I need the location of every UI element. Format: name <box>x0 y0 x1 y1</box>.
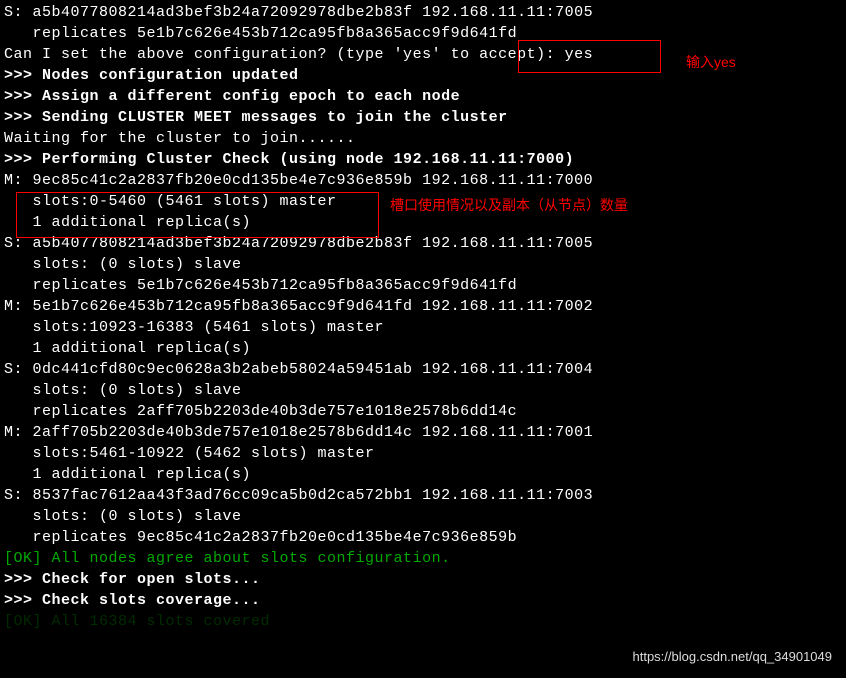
term-line: M: 2aff705b2203de40b3de757e1018e2578b6dd… <box>4 422 842 443</box>
term-line: [OK] All 16384 slots covered <box>4 611 842 632</box>
term-line: S: 8537fac7612aa43f3ad76cc09ca5b0d2ca572… <box>4 485 842 506</box>
term-line: 1 additional replica(s) <box>4 464 842 485</box>
term-line: S: a5b4077808214ad3bef3b24a72092978dbe2b… <box>4 2 842 23</box>
term-line: S: 0dc441cfd80c9ec0628a3b2abeb58024a5945… <box>4 359 842 380</box>
term-line: M: 5e1b7c626e453b712ca95fb8a365acc9f9d64… <box>4 296 842 317</box>
term-line: replicates 2aff705b2203de40b3de757e1018e… <box>4 401 842 422</box>
term-line: replicates 5e1b7c626e453b712ca95fb8a365a… <box>4 23 842 44</box>
term-line: >>> Check for open slots... <box>4 569 842 590</box>
watermark: https://blog.csdn.net/qq_34901049 <box>633 648 833 666</box>
term-line: >>> Check slots coverage... <box>4 590 842 611</box>
term-line: replicates 9ec85c41c2a2837fb20e0cd135be4… <box>4 527 842 548</box>
term-line: slots: (0 slots) slave <box>4 254 842 275</box>
term-line: slots: (0 slots) slave <box>4 506 842 527</box>
term-line: 1 additional replica(s) <box>4 338 842 359</box>
term-line: slots: (0 slots) slave <box>4 380 842 401</box>
term-line: [OK] All nodes agree about slots configu… <box>4 548 842 569</box>
term-line: M: 9ec85c41c2a2837fb20e0cd135be4e7c936e8… <box>4 170 842 191</box>
term-line: slots:10923-16383 (5461 slots) master <box>4 317 842 338</box>
term-line: >>> Sending CLUSTER MEET messages to joi… <box>4 107 842 128</box>
annotation-text: 槽口使用情况以及副本（从节点）数量 <box>390 196 628 216</box>
annotation-text: 输入yes <box>686 53 736 73</box>
term-line: replicates 5e1b7c626e453b712ca95fb8a365a… <box>4 275 842 296</box>
term-line: >>> Assign a different config epoch to e… <box>4 86 842 107</box>
term-line: Waiting for the cluster to join...... <box>4 128 842 149</box>
term-line: S: a5b4077808214ad3bef3b24a72092978dbe2b… <box>4 233 842 254</box>
term-line: slots:5461-10922 (5462 slots) master <box>4 443 842 464</box>
term-line: >>> Performing Cluster Check (using node… <box>4 149 842 170</box>
